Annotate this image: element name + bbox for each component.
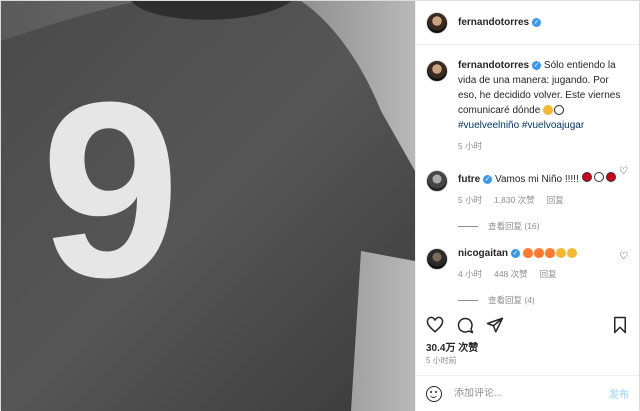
fire-emoji-icon (544, 248, 555, 259)
comment-composer: 发布 (416, 375, 639, 411)
red-circle-icon (605, 172, 616, 182)
caption-time: 5 小时 (458, 141, 483, 151)
fire-emoji-icon (522, 248, 533, 259)
comment-likes[interactable]: 1,830 次赞 (494, 193, 535, 208)
comment-username[interactable]: nicogaitan (458, 248, 508, 259)
emoji-icon[interactable] (426, 385, 442, 402)
post-header: fernandotorres ✓ (416, 1, 639, 45)
caption-row: fernandotorres ✓ Sólo entiendo la vida de… (426, 58, 629, 154)
comment-row: futre ✓ Vamos mi Niño !!!!! 5 小时 1,830 次赞… (426, 166, 629, 208)
commenter-avatar[interactable] (426, 170, 448, 192)
comment-time: 4 小时 (458, 269, 483, 279)
heart-icon[interactable] (426, 316, 444, 334)
view-replies-toggle[interactable]: 查看回复 (16) (458, 220, 629, 232)
comment-input[interactable] (454, 388, 599, 399)
view-replies-label[interactable]: 查看回复 (16) (488, 220, 539, 232)
jersey-number: 9 (41, 50, 180, 329)
commenter-avatar[interactable] (426, 248, 448, 270)
comment-text: Vamos mi Niño !!!!! (495, 174, 579, 185)
post-side-panel: fernandotorres ✓ fernandotorres ✓ Sólo en… (415, 1, 639, 411)
sunglasses-emoji-icon (543, 105, 554, 116)
comment-heart-icon[interactable]: ♡ (619, 251, 629, 262)
reply-button[interactable]: 回复 (540, 267, 557, 282)
jersey-image: 9 (1, 1, 415, 411)
author-avatar[interactable] (426, 60, 448, 82)
verified-icon: ✓ (532, 60, 542, 70)
reply-button[interactable]: 回复 (547, 193, 564, 208)
instagram-post: 9 fernandotorres ✓ fernandotorres ✓ Sólo … (0, 0, 640, 411)
verified-icon: ✓ (483, 174, 493, 184)
view-replies-toggle[interactable]: 查看回复 (4) (458, 294, 629, 306)
comment-time: 5 小时 (458, 195, 483, 205)
share-icon[interactable] (486, 316, 504, 334)
comment-row: nicogaitan ✓ 4 小时 448 次赞 回复 ♡ (426, 246, 629, 282)
clap-emoji-icon (566, 248, 577, 259)
author-username[interactable]: fernandotorres (458, 17, 529, 28)
comment-likes[interactable]: 448 次赞 (494, 267, 528, 282)
comments-list[interactable]: fernandotorres ✓ Sólo entiendo la vida de… (416, 46, 639, 311)
red-circle-icon (581, 172, 592, 182)
verified-icon: ✓ (532, 18, 542, 27)
like-count[interactable]: 30.4万 次赞 (426, 339, 478, 354)
post-actions (426, 314, 629, 336)
fire-emoji-icon (533, 248, 544, 259)
post-photo[interactable]: 9 (1, 1, 415, 411)
comment-emoji-dots (581, 172, 616, 182)
comment-icon[interactable] (456, 316, 474, 334)
post-time: 5 小时前 (426, 356, 457, 365)
white-circle-icon (593, 172, 604, 182)
comment-username[interactable]: futre (458, 174, 480, 185)
clap-emoji-icon (555, 248, 566, 259)
author-avatar[interactable] (426, 11, 448, 34)
divider (458, 225, 478, 227)
divider (458, 299, 478, 301)
post-comment-button[interactable]: 发布 (609, 386, 629, 401)
caption-hashtags[interactable]: #vuelveelniño #vuelvoajugar (458, 120, 584, 131)
soccer-ball-emoji-icon (554, 105, 565, 116)
bookmark-icon[interactable] (611, 316, 629, 334)
comment-heart-icon[interactable]: ♡ (619, 166, 629, 177)
caption-username[interactable]: fernandotorres (458, 60, 529, 71)
view-replies-label[interactable]: 查看回复 (4) (488, 294, 535, 306)
verified-icon: ✓ (511, 248, 521, 258)
